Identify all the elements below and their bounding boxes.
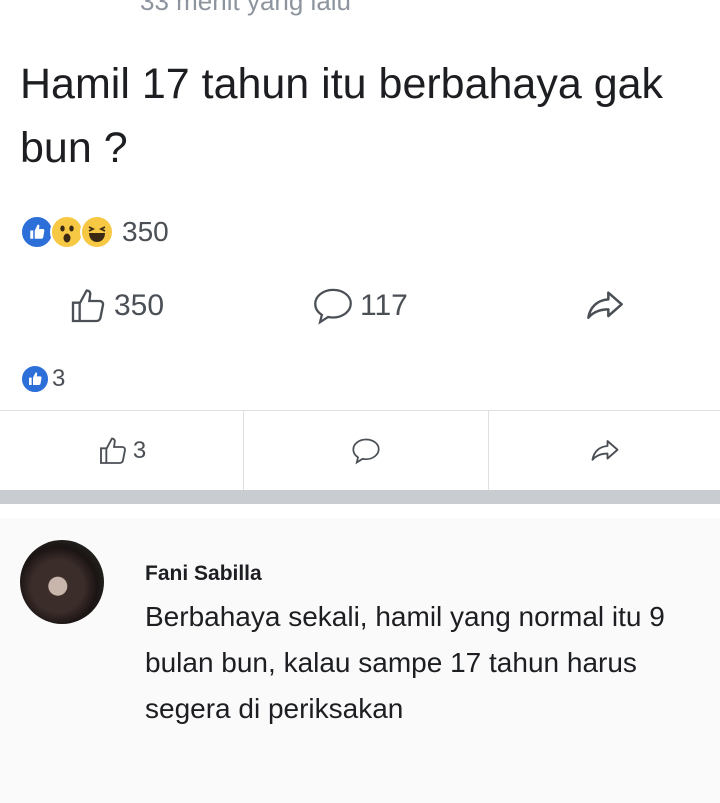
thumbs-up-icon [71, 289, 105, 323]
comment-card: Fani Sabilla Berbahaya sekali, hamil yan… [0, 518, 720, 803]
reaction-count: 350 [122, 216, 169, 247]
post-action-row: 350 117 [0, 276, 720, 336]
comment-preview-comment-button[interactable] [244, 411, 488, 491]
comment-preview-action-row: 3 [0, 410, 720, 491]
comment-author[interactable]: Fani Sabilla [145, 562, 262, 586]
share-button[interactable] [584, 286, 632, 326]
comment-text: Berbahaya sekali, hamil yang normal itu … [145, 601, 665, 724]
post-text: Hamil 17 tahun itu berbahaya gak bun ? [20, 60, 664, 172]
comment-bubble-icon [352, 438, 380, 465]
like-reaction-icon [20, 215, 54, 249]
share-arrow-icon [587, 291, 623, 319]
post-timestamp: 33 menit yang lalu [140, 0, 352, 16]
comment-preview-like-button[interactable]: 3 [0, 411, 243, 491]
comment-button[interactable]: 117 [312, 286, 408, 326]
comment-preview-share-button[interactable] [489, 411, 720, 491]
comment-preview-reaction-count: 3 [52, 365, 66, 392]
comment-bubble-icon [314, 288, 352, 325]
comment-preview-like-count: 3 [132, 437, 147, 464]
wow-reaction-icon [50, 215, 84, 249]
thumbs-up-icon [99, 437, 126, 464]
haha-reaction-icon [80, 215, 114, 249]
comment-preview-reactions[interactable]: 3 [20, 364, 65, 394]
like-button[interactable]: 350 [68, 286, 164, 326]
avatar[interactable] [20, 540, 104, 624]
share-arrow-icon [591, 440, 618, 461]
section-divider [0, 490, 720, 504]
like-count: 350 [114, 289, 165, 322]
comment-count: 117 [360, 289, 408, 322]
like-reaction-icon [20, 364, 50, 394]
post-reactions[interactable]: 350 [20, 214, 169, 250]
